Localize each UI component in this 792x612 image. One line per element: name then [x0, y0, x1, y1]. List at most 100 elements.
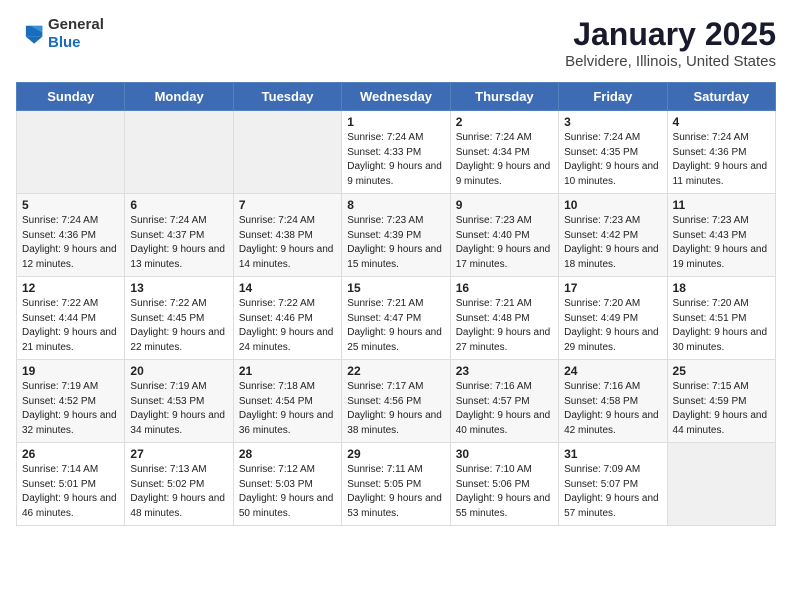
calendar-cell: 4Sunrise: 7:24 AMSunset: 4:36 PMDaylight…	[667, 111, 775, 194]
calendar-cell: 25Sunrise: 7:15 AMSunset: 4:59 PMDayligh…	[667, 360, 775, 443]
calendar-cell: 31 Sunrise: 7:09 AMSunset: 5:07 PMDayligh…	[559, 443, 667, 526]
logo-text: General Blue	[48, 16, 104, 52]
calendar-week-3: 12 Sunrise: 7:22 AMSunset: 4:44 PMDayligh…	[17, 277, 776, 360]
calendar-cell: 3 Sunrise: 7:24 AMSunset: 4:35 PMDaylight…	[559, 111, 667, 194]
day-detail: Sunrise: 7:16 AMSunset: 4:57 PMDaylight:…	[456, 380, 553, 438]
day-detail: Sunrise: 7:19 AMSunset: 4:52 PMDaylight:…	[22, 380, 119, 438]
calendar-title: January 2025	[565, 16, 776, 53]
calendar-cell: 10 Sunrise: 7:23 AMSunset: 4:42 PMDayligh…	[559, 194, 667, 277]
day-number: 6	[130, 198, 227, 212]
calendar-cell: 29Sunrise: 7:11 AMSunset: 5:05 PMDayligh…	[342, 443, 450, 526]
calendar-cell: 11Sunrise: 7:23 AMSunset: 4:43 PMDayligh…	[667, 194, 775, 277]
calendar-cell: 21 Sunrise: 7:18 AMSunset: 4:54 PMDayligh…	[233, 360, 341, 443]
day-number: 14	[239, 281, 336, 295]
day-number: 27	[130, 447, 227, 461]
day-number: 26	[22, 447, 119, 461]
weekday-header-tuesday: Tuesday	[233, 83, 341, 111]
day-detail: Sunrise: 7:23 AMSunset: 4:40 PMDaylight:…	[456, 214, 553, 272]
day-number: 30	[456, 447, 553, 461]
day-number: 24	[564, 364, 661, 378]
day-detail: Sunrise: 7:24 AMSunset: 4:36 PMDaylight:…	[673, 131, 770, 189]
day-detail: Sunrise: 7:16 AMSunset: 4:58 PMDaylight:…	[564, 380, 661, 438]
day-detail: Sunrise: 7:10 AMSunset: 5:06 PMDaylight:…	[456, 463, 553, 521]
day-number: 12	[22, 281, 119, 295]
day-number: 21	[239, 364, 336, 378]
day-number: 17	[564, 281, 661, 295]
logo-blue: Blue	[48, 34, 81, 51]
day-detail: Sunrise: 7:12 AMSunset: 5:03 PMDaylight:…	[239, 463, 336, 521]
logo: General Blue	[16, 16, 104, 52]
day-detail: Sunrise: 7:22 AMSunset: 4:44 PMDaylight:…	[22, 297, 119, 355]
calendar-cell: 30 Sunrise: 7:10 AMSunset: 5:06 PMDayligh…	[450, 443, 558, 526]
day-detail: Sunrise: 7:09 AMSunset: 5:07 PMDaylight:…	[564, 463, 661, 521]
calendar-cell	[125, 111, 233, 194]
day-number: 10	[564, 198, 661, 212]
weekday-header-monday: Monday	[125, 83, 233, 111]
day-detail: Sunrise: 7:21 AMSunset: 4:48 PMDaylight:…	[456, 297, 553, 355]
calendar-cell: 16 Sunrise: 7:21 AMSunset: 4:48 PMDayligh…	[450, 277, 558, 360]
calendar-cell: 28Sunrise: 7:12 AMSunset: 5:03 PMDayligh…	[233, 443, 341, 526]
calendar-cell: 19 Sunrise: 7:19 AMSunset: 4:52 PMDayligh…	[17, 360, 125, 443]
calendar-cell: 1Sunrise: 7:24 AMSunset: 4:33 PMDaylight…	[342, 111, 450, 194]
weekday-header-thursday: Thursday	[450, 83, 558, 111]
day-number: 19	[22, 364, 119, 378]
calendar-cell: 18Sunrise: 7:20 AMSunset: 4:51 PMDayligh…	[667, 277, 775, 360]
day-number: 3	[564, 115, 661, 129]
calendar-cell: 2 Sunrise: 7:24 AMSunset: 4:34 PMDaylight…	[450, 111, 558, 194]
calendar-cell: 13Sunrise: 7:22 AMSunset: 4:45 PMDayligh…	[125, 277, 233, 360]
day-detail: Sunrise: 7:23 AMSunset: 4:42 PMDaylight:…	[564, 214, 661, 272]
day-number: 9	[456, 198, 553, 212]
day-number: 2	[456, 115, 553, 129]
day-number: 22	[347, 364, 444, 378]
day-number: 20	[130, 364, 227, 378]
calendar-cell: 27 Sunrise: 7:13 AMSunset: 5:02 PMDayligh…	[125, 443, 233, 526]
calendar-cell	[667, 443, 775, 526]
calendar-cell: 7 Sunrise: 7:24 AMSunset: 4:38 PMDaylight…	[233, 194, 341, 277]
day-detail: Sunrise: 7:22 AMSunset: 4:46 PMDaylight:…	[239, 297, 336, 355]
page-header: General Blue January 2025 Belvidere, Ill…	[16, 16, 776, 70]
logo-icon	[16, 23, 44, 45]
calendar-cell: 17 Sunrise: 7:20 AMSunset: 4:49 PMDayligh…	[559, 277, 667, 360]
day-detail: Sunrise: 7:24 AMSunset: 4:34 PMDaylight:…	[456, 131, 553, 189]
weekday-header-friday: Friday	[559, 83, 667, 111]
weekday-header-wednesday: Wednesday	[342, 83, 450, 111]
weekday-header-row: SundayMondayTuesdayWednesdayThursdayFrid…	[17, 83, 776, 111]
day-number: 13	[130, 281, 227, 295]
day-number: 7	[239, 198, 336, 212]
day-detail: Sunrise: 7:24 AMSunset: 4:37 PMDaylight:…	[130, 214, 227, 272]
calendar-cell: 23 Sunrise: 7:16 AMSunset: 4:57 PMDayligh…	[450, 360, 558, 443]
day-detail: Sunrise: 7:24 AMSunset: 4:33 PMDaylight:…	[347, 131, 444, 189]
calendar-cell	[233, 111, 341, 194]
calendar-week-1: 1Sunrise: 7:24 AMSunset: 4:33 PMDaylight…	[17, 111, 776, 194]
day-number: 11	[673, 198, 770, 212]
calendar-cell: 26 Sunrise: 7:14 AMSunset: 5:01 PMDayligh…	[17, 443, 125, 526]
weekday-header-sunday: Sunday	[17, 83, 125, 111]
calendar-cell: 12 Sunrise: 7:22 AMSunset: 4:44 PMDayligh…	[17, 277, 125, 360]
day-number: 25	[673, 364, 770, 378]
day-number: 23	[456, 364, 553, 378]
day-detail: Sunrise: 7:24 AMSunset: 4:35 PMDaylight:…	[564, 131, 661, 189]
day-number: 18	[673, 281, 770, 295]
day-number: 31	[564, 447, 661, 461]
calendar-cell: 9 Sunrise: 7:23 AMSunset: 4:40 PMDaylight…	[450, 194, 558, 277]
day-detail: Sunrise: 7:17 AMSunset: 4:56 PMDaylight:…	[347, 380, 444, 438]
day-detail: Sunrise: 7:24 AMSunset: 4:36 PMDaylight:…	[22, 214, 119, 272]
day-number: 16	[456, 281, 553, 295]
calendar-cell: 5Sunrise: 7:24 AMSunset: 4:36 PMDaylight…	[17, 194, 125, 277]
calendar-cell: 6 Sunrise: 7:24 AMSunset: 4:37 PMDaylight…	[125, 194, 233, 277]
day-detail: Sunrise: 7:23 AMSunset: 4:39 PMDaylight:…	[347, 214, 444, 272]
calendar-cell: 22 Sunrise: 7:17 AMSunset: 4:56 PMDayligh…	[342, 360, 450, 443]
day-number: 29	[347, 447, 444, 461]
day-detail: Sunrise: 7:13 AMSunset: 5:02 PMDaylight:…	[130, 463, 227, 521]
day-detail: Sunrise: 7:14 AMSunset: 5:01 PMDaylight:…	[22, 463, 119, 521]
calendar-week-5: 26 Sunrise: 7:14 AMSunset: 5:01 PMDayligh…	[17, 443, 776, 526]
calendar-cell	[17, 111, 125, 194]
day-detail: Sunrise: 7:19 AMSunset: 4:53 PMDaylight:…	[130, 380, 227, 438]
calendar-cell: 20 Sunrise: 7:19 AMSunset: 4:53 PMDayligh…	[125, 360, 233, 443]
weekday-header-saturday: Saturday	[667, 83, 775, 111]
day-detail: Sunrise: 7:20 AMSunset: 4:49 PMDaylight:…	[564, 297, 661, 355]
day-detail: Sunrise: 7:18 AMSunset: 4:54 PMDaylight:…	[239, 380, 336, 438]
calendar-cell: 8Sunrise: 7:23 AMSunset: 4:39 PMDaylight…	[342, 194, 450, 277]
day-detail: Sunrise: 7:24 AMSunset: 4:38 PMDaylight:…	[239, 214, 336, 272]
calendar-cell: 15Sunrise: 7:21 AMSunset: 4:47 PMDayligh…	[342, 277, 450, 360]
